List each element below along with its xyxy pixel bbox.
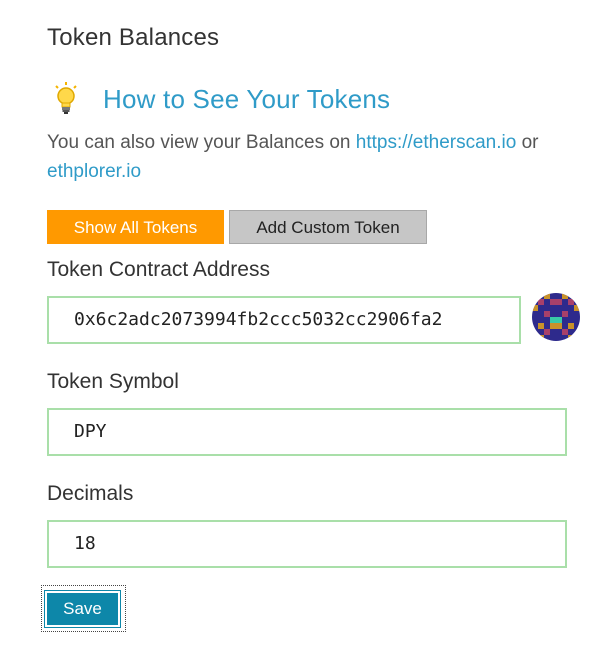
decimals-input[interactable]: 18 — [47, 520, 567, 568]
info-text-before: You can also view your Balances on — [47, 132, 356, 153]
etherscan-link[interactable]: https://etherscan.io — [356, 132, 517, 153]
token-symbol-input[interactable]: DPY — [47, 408, 567, 456]
token-symbol-label: Token Symbol — [47, 370, 179, 393]
lightbulb-icon — [55, 82, 77, 114]
howto-header: How to See Your Tokens — [53, 82, 390, 116]
save-button-focus-ring: Save — [41, 585, 126, 632]
decimals-label: Decimals — [47, 482, 134, 505]
add-custom-token-button[interactable]: Add Custom Token — [229, 210, 427, 244]
save-button[interactable]: Save — [44, 590, 121, 628]
page-title: Token Balances — [47, 24, 220, 51]
show-all-tokens-button[interactable]: Show All Tokens — [47, 210, 224, 244]
info-text: You can also view your Balances on https… — [47, 128, 587, 186]
contract-address-input[interactable]: 0x6c2adc2073994fb2ccc5032cc2906fa2 — [47, 296, 521, 344]
info-text-between: or — [516, 132, 539, 153]
address-identicon — [532, 293, 580, 341]
contract-address-label: Token Contract Address — [47, 258, 270, 281]
ethplorer-link[interactable]: ethplorer.io — [47, 161, 141, 182]
howto-title-link[interactable]: How to See Your Tokens — [103, 84, 390, 115]
token-button-row: Show All Tokens Add Custom Token — [47, 210, 427, 244]
